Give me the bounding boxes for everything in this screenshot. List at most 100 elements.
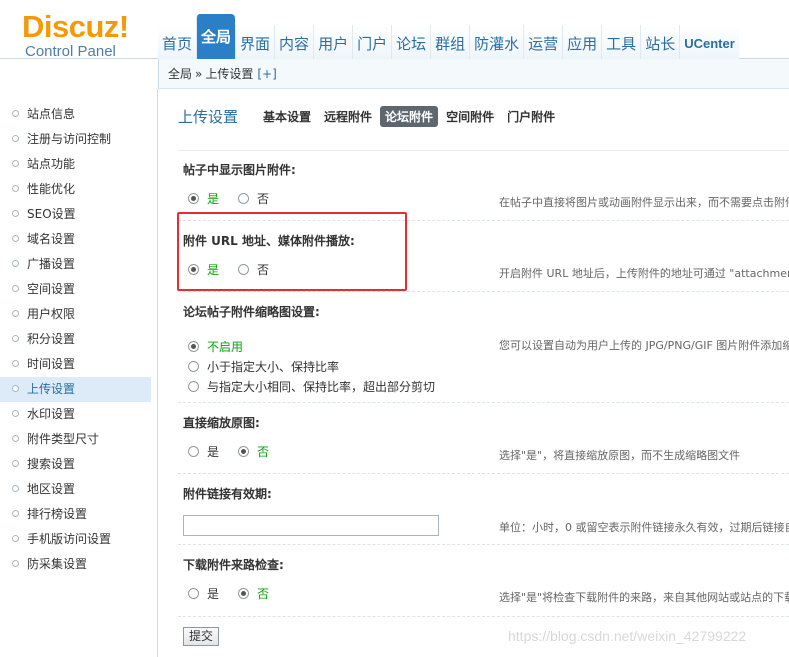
direct-scale-yes-radio[interactable] — [188, 446, 199, 457]
thumbnail-option-smaller: 小于指定大小、保持比率 — [188, 358, 339, 375]
divider — [178, 150, 789, 151]
breadcrumb-current: 上传设置 — [205, 67, 254, 81]
tab-space-attachment[interactable]: 空间附件 — [441, 106, 499, 127]
bullet-icon — [12, 535, 19, 542]
referer-check-title: 下载附件来路检查: — [183, 558, 284, 572]
nav-tools[interactable]: 工具 — [601, 25, 641, 59]
sidebar-item-label: 防采集设置 — [27, 557, 88, 571]
direct-scale-yes-label[interactable]: 是 — [207, 443, 219, 460]
sidebar-item-anti-scraping[interactable]: 防采集设置 — [0, 552, 157, 577]
nav-global[interactable]: 全局 — [196, 14, 236, 59]
sidebar-item-ranking[interactable]: 排行榜设置 — [0, 502, 157, 527]
referer-check-yes-radio[interactable] — [188, 588, 199, 599]
sidebar: 站点信息 注册与访问控制 站点功能 性能优化 SEO设置 域名设置 广播设置 空… — [0, 89, 158, 657]
nav-users[interactable]: 用户 — [313, 25, 353, 59]
show-image-hint: 在帖子中直接将图片或动画附件显示出来，而不需要点击附件链接 — [499, 196, 789, 209]
sidebar-item-label: 水印设置 — [27, 407, 76, 421]
tab-basic[interactable]: 基本设置 — [258, 106, 316, 127]
show-image-title: 帖子中显示图片附件: — [183, 163, 296, 177]
referer-check-yes-label[interactable]: 是 — [207, 585, 219, 602]
sidebar-item-label: SEO设置 — [27, 207, 76, 221]
thumbnail-off-radio[interactable] — [188, 341, 199, 352]
bullet-icon — [12, 160, 19, 167]
divider — [178, 544, 789, 545]
main-content: 上传设置 基本设置 远程附件 论坛附件 空间附件 门户附件 帖子中显示图片附件:… — [159, 89, 789, 657]
thumbnail-hint: 您可以设置自动为用户上传的 JPG/PNG/GIF 图片附件添加缩略图 — [499, 339, 789, 352]
nav-portal[interactable]: 门户 — [352, 25, 392, 59]
nav-home[interactable]: 首页 — [158, 25, 197, 59]
tab-forum-attachment[interactable]: 论坛附件 — [380, 105, 439, 127]
sidebar-item-attachment-types[interactable]: 附件类型尺寸 — [0, 427, 157, 452]
nav-interface[interactable]: 界面 — [235, 25, 275, 59]
sidebar-item-search[interactable]: 搜索设置 — [0, 452, 157, 477]
thumbnail-smaller-radio[interactable] — [188, 361, 199, 372]
sidebar-item-performance[interactable]: 性能优化 — [0, 177, 157, 202]
sidebar-item-space[interactable]: 空间设置 — [0, 277, 157, 302]
nav-apps[interactable]: 应用 — [562, 25, 602, 59]
referer-check-no-label[interactable]: 否 — [257, 585, 269, 602]
direct-scale-no-radio[interactable] — [238, 446, 250, 457]
sidebar-item-mobile[interactable]: 手机版访问设置 — [0, 527, 157, 552]
breadcrumb-root[interactable]: 全局 — [168, 67, 192, 81]
sidebar-item-credits[interactable]: 积分设置 — [0, 327, 157, 352]
show-image-yes-radio[interactable] — [188, 193, 199, 204]
sidebar-item-domain[interactable]: 域名设置 — [0, 227, 157, 252]
sidebar-item-label: 站点信息 — [27, 107, 76, 121]
nav-content[interactable]: 内容 — [274, 25, 314, 59]
discuz-logo[interactable]: Discuz! Control Panel — [22, 10, 142, 60]
sidebar-item-region[interactable]: 地区设置 — [0, 477, 157, 502]
sidebar-item-site-info[interactable]: 站点信息 — [0, 102, 157, 127]
sidebar-item-watermark[interactable]: 水印设置 — [0, 402, 157, 427]
sidebar-item-register-access[interactable]: 注册与访问控制 — [0, 127, 157, 152]
divider — [178, 291, 789, 292]
add-to-menu-button[interactable]: [+] — [257, 67, 276, 81]
direct-scale-no-label[interactable]: 否 — [257, 443, 269, 460]
show-image-yes-label[interactable]: 是 — [207, 190, 219, 207]
breadcrumb: 全局» 上传设置 [+] — [158, 59, 789, 89]
direct-scale-options: 是 否 — [188, 443, 269, 460]
sidebar-item-time[interactable]: 时间设置 — [0, 352, 157, 377]
sidebar-item-seo[interactable]: SEO设置 — [0, 202, 157, 227]
sidebar-item-site-features[interactable]: 站点功能 — [0, 152, 157, 177]
sidebar-item-label: 性能优化 — [27, 182, 76, 196]
thumbnail-off-label[interactable]: 不启用 — [207, 338, 243, 355]
bullet-icon — [12, 185, 19, 192]
bullet-icon — [12, 560, 19, 567]
submit-button[interactable]: 提交 — [183, 627, 219, 646]
thumbnail-title: 论坛帖子附件缩略图设置: — [183, 305, 320, 319]
thumbnail-crop-radio[interactable] — [188, 381, 199, 392]
sidebar-item-upload[interactable]: 上传设置 — [0, 377, 151, 402]
main-nav: 首页 全局 界面 内容 用户 门户 论坛 群组 防灌水 运营 应用 工具 站长 … — [158, 14, 739, 59]
sidebar-item-label: 域名设置 — [27, 232, 76, 246]
nav-ucenter[interactable]: UCenter — [679, 25, 739, 59]
nav-webmaster[interactable]: 站长 — [640, 25, 680, 59]
sidebar-item-label: 附件类型尺寸 — [27, 432, 100, 446]
thumbnail-smaller-label[interactable]: 小于指定大小、保持比率 — [207, 358, 339, 375]
sidebar-item-permissions[interactable]: 用户权限 — [0, 302, 157, 327]
sidebar-item-label: 地区设置 — [27, 482, 76, 496]
link-expire-input[interactable] — [183, 515, 439, 536]
divider — [178, 616, 789, 617]
nav-operation[interactable]: 运营 — [523, 25, 563, 59]
thumbnail-crop-label[interactable]: 与指定大小相同、保持比率，超出部分剪切 — [207, 378, 435, 395]
bullet-icon — [12, 260, 19, 267]
bullet-icon — [12, 135, 19, 142]
tab-remote-attachment[interactable]: 远程附件 — [319, 106, 377, 127]
bullet-icon — [12, 335, 19, 342]
referer-check-no-radio[interactable] — [238, 588, 250, 599]
show-image-no-label[interactable]: 否 — [257, 190, 269, 207]
nav-group[interactable]: 群组 — [430, 25, 470, 59]
bullet-icon — [12, 460, 19, 467]
sidebar-item-label: 广播设置 — [27, 257, 76, 271]
bullet-icon — [12, 510, 19, 517]
nav-antispam[interactable]: 防灌水 — [469, 25, 524, 59]
nav-forum[interactable]: 论坛 — [391, 25, 431, 59]
page-title: 上传设置 — [178, 107, 239, 126]
sidebar-item-label: 用户权限 — [27, 307, 76, 321]
attach-url-hint: 开启附件 URL 地址后，上传附件的地址可通过 "attachment" — [499, 267, 789, 280]
bullet-icon — [12, 235, 19, 242]
tab-portal-attachment[interactable]: 门户附件 — [502, 106, 560, 127]
show-image-no-radio[interactable] — [238, 193, 250, 204]
sidebar-item-broadcast[interactable]: 广播设置 — [0, 252, 157, 277]
sidebar-item-label: 上传设置 — [27, 382, 76, 396]
